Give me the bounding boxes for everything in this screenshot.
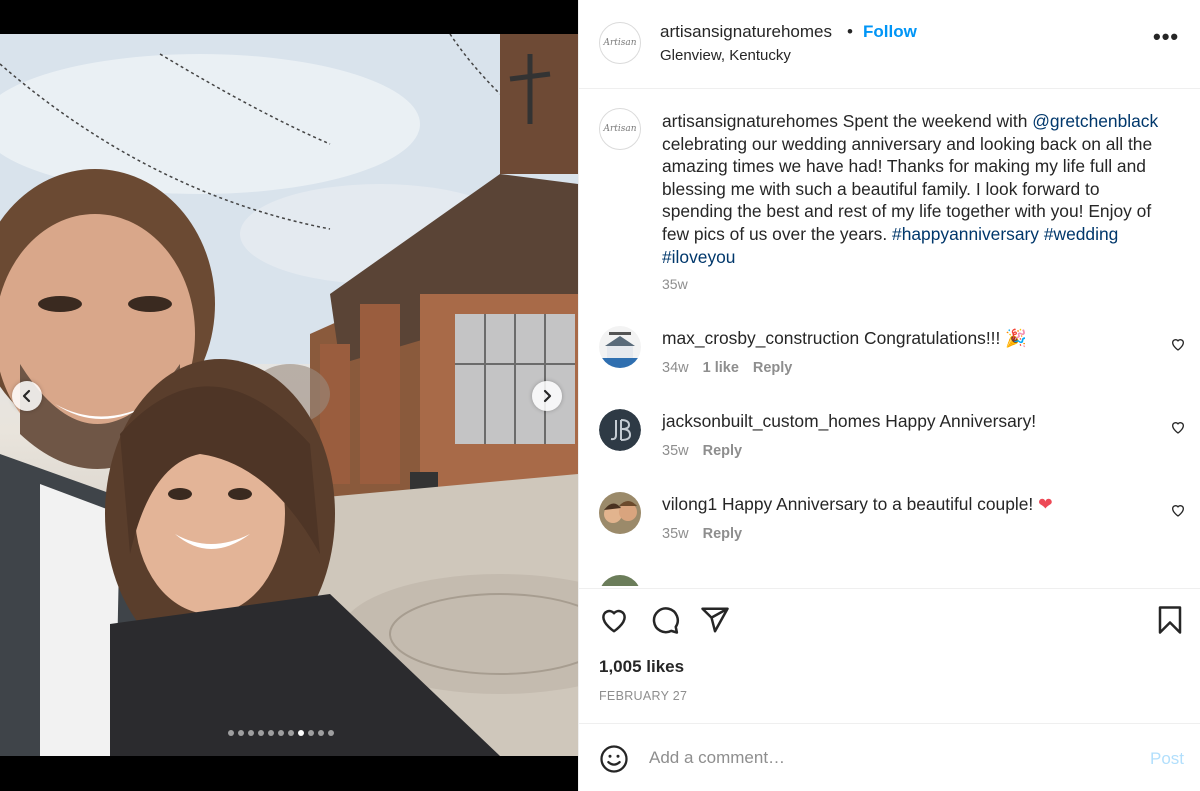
- comment-time[interactable]: 35w: [662, 526, 689, 542]
- comment-text: Happy Anniversary!: [880, 411, 1037, 431]
- save-bookmark-icon[interactable]: [1157, 605, 1183, 635]
- slide-dot: [288, 730, 294, 736]
- post-caption: artisansignaturehomes Spent the weekend …: [662, 110, 1172, 268]
- add-comment-input[interactable]: [649, 743, 1129, 773]
- commenter-avatar[interactable]: [599, 575, 641, 586]
- emoji-icon[interactable]: [599, 744, 629, 774]
- separator-dot: •: [847, 22, 853, 41]
- slide-dot: [238, 730, 244, 736]
- comment-composer: Post: [579, 725, 1200, 791]
- slide-dot: [248, 730, 254, 736]
- photo-illustration: [0, 34, 578, 756]
- chevron-right-icon: [543, 389, 552, 403]
- commenter-avatar[interactable]: [599, 409, 641, 451]
- comment-meta: 34w 1 like Reply: [662, 360, 792, 376]
- post-photo[interactable]: [0, 34, 578, 756]
- like-heart-icon[interactable]: [599, 605, 629, 635]
- slide-dot: [228, 730, 234, 736]
- heart-icon[interactable]: [1170, 336, 1186, 352]
- comment-meta: 35w Reply: [662, 443, 742, 459]
- post-details-panel: Artisan artisansignaturehomes • Follow G…: [578, 0, 1200, 791]
- caption-author-avatar[interactable]: Artisan: [599, 108, 641, 150]
- post-comment-button[interactable]: Post: [1150, 749, 1184, 769]
- share-paper-plane-icon[interactable]: [700, 605, 730, 635]
- comment-text: Happy Anniversary to a beautiful couple!…: [717, 494, 1053, 514]
- caption-mention[interactable]: @gretchenblack: [1032, 111, 1158, 131]
- heart-icon[interactable]: [1170, 502, 1186, 518]
- comment-username[interactable]: max_crosby_construction: [662, 328, 859, 348]
- post-media: [0, 0, 578, 791]
- slide-dot: [318, 730, 324, 736]
- author-avatar[interactable]: Artisan: [599, 22, 641, 64]
- comment-body: max_crosby_construction Congratulations!…: [662, 328, 1027, 349]
- comment-bubble-icon[interactable]: [650, 605, 680, 635]
- caption-time[interactable]: 35w: [662, 276, 688, 292]
- reply-button[interactable]: Reply: [753, 360, 793, 376]
- comment-username[interactable]: jacksonbuilt_custom_homes: [662, 411, 880, 431]
- comment-text: Congratulations!!! 🎉: [859, 328, 1027, 348]
- more-options-icon[interactable]: •••: [1153, 26, 1179, 48]
- post-actions: 1,005 likes FEBRUARY 27: [579, 588, 1200, 724]
- slide-dot: [328, 730, 334, 736]
- hashtag-happyanniversary[interactable]: #happyanniversary: [892, 224, 1039, 244]
- commenter-avatar[interactable]: [599, 492, 641, 534]
- caption-username[interactable]: artisansignaturehomes: [662, 111, 838, 131]
- author-username[interactable]: artisansignaturehomes: [660, 22, 832, 42]
- caption-text-1: Spent the weekend with: [837, 111, 1033, 131]
- comment-likes[interactable]: 1 like: [703, 360, 739, 376]
- caption-author-logo: Artisan: [603, 123, 637, 134]
- likes-count[interactable]: 1,005 likes: [599, 657, 684, 677]
- commenter-avatar[interactable]: [599, 326, 641, 368]
- post-header: Artisan artisansignaturehomes • Follow G…: [579, 0, 1200, 89]
- chevron-left-icon: [22, 389, 31, 403]
- hashtag-wedding[interactable]: #wedding: [1044, 224, 1118, 244]
- commenter-avatar-image: [599, 409, 641, 451]
- slide-dot: [258, 730, 264, 736]
- post-location[interactable]: Glenview, Kentucky: [660, 47, 791, 64]
- heart-icon[interactable]: [1170, 419, 1186, 435]
- hashtag-iloveyou[interactable]: #iloveyou: [662, 247, 735, 267]
- reply-button[interactable]: Reply: [703, 526, 743, 542]
- next-slide-button[interactable]: [532, 381, 562, 411]
- comments-scroll-area[interactable]: Artisan artisansignaturehomes Spent the …: [579, 90, 1200, 586]
- commenter-avatar-image: [599, 492, 641, 534]
- reply-button[interactable]: Reply: [703, 443, 743, 459]
- follow-button[interactable]: Follow: [863, 22, 917, 42]
- slide-dot: [278, 730, 284, 736]
- slide-dot: [268, 730, 274, 736]
- comment-meta: 35w Reply: [662, 526, 742, 542]
- author-logo: Artisan: [603, 37, 637, 48]
- slide-dot: [298, 730, 304, 736]
- comment-time[interactable]: 35w: [662, 443, 689, 459]
- previous-slide-button[interactable]: [12, 381, 42, 411]
- comment-time[interactable]: 34w: [662, 360, 689, 376]
- post-date[interactable]: FEBRUARY 27: [599, 689, 687, 703]
- slide-dot: [308, 730, 314, 736]
- commenter-avatar-image: [599, 326, 641, 368]
- comment-body: vilong1 Happy Anniversary to a beautiful…: [662, 494, 1053, 515]
- comment-username[interactable]: vilong1: [662, 494, 717, 514]
- slide-indicator: [228, 730, 334, 736]
- comment-body: jacksonbuilt_custom_homes Happy Annivers…: [662, 411, 1036, 432]
